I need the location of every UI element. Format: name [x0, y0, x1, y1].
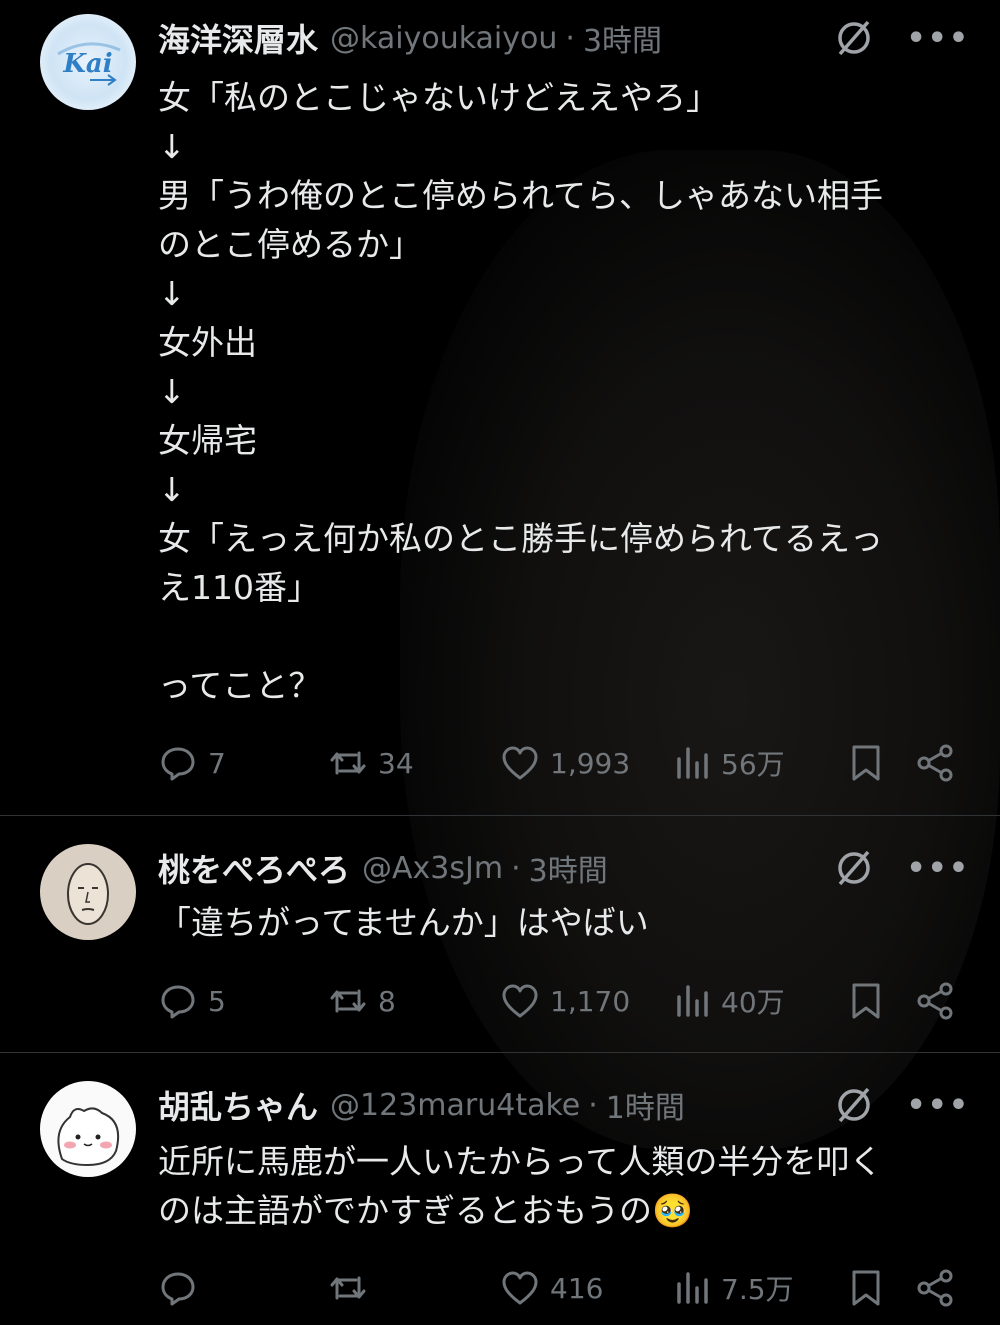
handle[interactable]: @Ax3sJm	[362, 851, 503, 886]
tweet-header: 胡乱ちゃん @123maru4take · 1時間	[158, 1083, 685, 1127]
tweet-header: 海洋深層水 @kaiyoukaiyou · 3時間	[158, 16, 662, 60]
timestamp[interactable]: 1時間	[606, 1083, 685, 1127]
share-button[interactable]	[916, 976, 956, 1026]
tweet-line: ってこと？	[158, 666, 322, 705]
tweet-line: 近所に馬鹿が一人いたからって人類の半分を叩く	[158, 1142, 883, 1181]
grok-icon[interactable]	[832, 1083, 876, 1127]
tweet[interactable]: Kai 海洋深層水 @kaiyoukaiyou · 3時間 ••• 女「私のとこ…	[0, 0, 1000, 815]
tweet-line: のとこ停めるか」	[158, 225, 422, 264]
header-actions: •••	[832, 846, 970, 890]
retweet-button[interactable]	[328, 1263, 368, 1313]
action-bar: 7 34 1,993 56万	[158, 738, 968, 788]
tweet-text: 近所に馬鹿が一人いたからって人類の半分を叩く のは主語がでかすぎるとおもうの🥹	[158, 1137, 958, 1235]
like-button[interactable]: 416	[500, 1263, 603, 1313]
avatar[interactable]	[40, 844, 136, 940]
tweet-line	[158, 612, 958, 661]
retweet-icon	[330, 751, 366, 775]
tweet-line: ↓	[158, 372, 186, 411]
display-name[interactable]: 海洋深層水	[158, 15, 318, 61]
timestamp[interactable]: 3時間	[583, 16, 662, 60]
bookmark-button[interactable]	[846, 738, 886, 788]
tweet[interactable]: 胡乱ちゃん @123maru4take · 1時間 ••• 近所に馬鹿が一人いた…	[0, 1053, 1000, 1325]
more-icon[interactable]: •••	[906, 851, 970, 886]
retweet-button[interactable]: 8	[328, 976, 396, 1026]
like-icon	[502, 746, 538, 780]
tweet[interactable]: 桃をぺろぺろ @Ax3sJm · 3時間 ••• 「違ちがってませんか」はやばい…	[0, 816, 1000, 1052]
bookmark-icon	[852, 1270, 880, 1306]
grok-icon[interactable]	[832, 846, 876, 890]
tweet-line: 女外出	[158, 323, 257, 362]
grok-icon[interactable]	[832, 16, 876, 60]
avatar[interactable]: Kai	[40, 14, 136, 110]
reply-count: 5	[208, 984, 226, 1018]
display-name[interactable]: 胡乱ちゃん	[158, 1082, 318, 1128]
retweet-button[interactable]: 34	[328, 738, 414, 788]
action-bar: 416 7.5万	[158, 1263, 968, 1313]
tweet-line: 「違ちがってませんか」はやばい	[158, 903, 649, 942]
views-icon	[677, 747, 708, 779]
views-icon	[677, 985, 708, 1017]
reply-icon	[161, 747, 195, 781]
dot-separator: ·	[588, 1087, 598, 1123]
header-actions: •••	[832, 1083, 970, 1127]
views-button[interactable]: 7.5万	[675, 1263, 794, 1313]
views-button[interactable]: 56万	[675, 738, 785, 788]
more-icon[interactable]: •••	[906, 21, 970, 56]
views-count: 40万	[721, 986, 785, 1019]
share-button[interactable]	[916, 738, 956, 788]
retweet-count: 8	[378, 984, 396, 1018]
handle[interactable]: @123maru4take	[330, 1088, 580, 1123]
like-count: 1,993	[550, 746, 631, 780]
tweet-line: え110番」	[158, 568, 320, 607]
tweet-line: 男「うわ俺のとこ停められてら、しゃあない相手	[158, 176, 884, 215]
tweet-line: 女帰宅	[158, 421, 257, 460]
action-bar: 5 8 1,170 40万	[158, 976, 968, 1026]
tweet-text: 「違ちがってませんか」はやばい	[158, 898, 958, 947]
tweet-line: のは主語がでかすぎるとおもうの🥹	[158, 1191, 694, 1230]
reply-button[interactable]: 7	[158, 738, 226, 788]
bookmark-icon	[852, 983, 880, 1019]
tweet-line: ↓	[158, 274, 186, 313]
timestamp[interactable]: 3時間	[529, 846, 608, 890]
reply-button[interactable]	[158, 1263, 198, 1313]
like-button[interactable]: 1,993	[500, 738, 630, 788]
reply-icon	[161, 985, 195, 1019]
avatar-logo-text: Kai	[62, 49, 112, 79]
handle[interactable]: @kaiyoukaiyou	[330, 21, 557, 56]
like-count: 416	[550, 1271, 604, 1305]
reply-count: 7	[208, 746, 226, 780]
tweet-text: 女「私のとこじゃないけどええやろ」 ↓ 男「うわ俺のとこ停められてら、しゃあない…	[158, 73, 958, 710]
like-icon	[502, 1271, 538, 1305]
more-icon[interactable]: •••	[906, 1088, 970, 1123]
bookmark-button[interactable]	[846, 1263, 886, 1313]
tweet-line: ↓	[158, 470, 186, 509]
tweet-header: 桃をぺろぺろ @Ax3sJm · 3時間	[158, 846, 608, 890]
display-name[interactable]: 桃をぺろぺろ	[158, 845, 350, 891]
tweet-line: 女「えっえ何か私のとこ勝手に停められてるえっ	[158, 519, 884, 558]
tweet-line: 女「私のとこじゃないけどええやろ」	[158, 78, 719, 117]
bookmark-icon	[852, 745, 880, 781]
share-icon	[917, 982, 953, 1020]
share-icon	[917, 744, 953, 782]
views-count: 7.5万	[721, 1273, 794, 1306]
retweet-count: 34	[378, 746, 414, 780]
bookmark-button[interactable]	[846, 976, 886, 1026]
like-count: 1,170	[550, 984, 631, 1018]
share-icon	[917, 1269, 953, 1307]
header-actions: •••	[832, 16, 970, 60]
dot-separator: ·	[511, 850, 521, 886]
views-icon	[677, 1272, 708, 1304]
like-icon	[502, 984, 538, 1018]
like-button[interactable]: 1,170	[500, 976, 630, 1026]
views-button[interactable]: 40万	[675, 976, 785, 1026]
dot-separator: ·	[565, 20, 575, 56]
reply-button[interactable]: 5	[158, 976, 226, 1026]
share-button[interactable]	[916, 1263, 956, 1313]
tweet-line: ↓	[158, 127, 186, 166]
retweet-icon	[330, 1276, 366, 1300]
reply-icon	[161, 1272, 195, 1306]
retweet-icon	[330, 989, 366, 1013]
views-count: 56万	[721, 748, 785, 781]
avatar[interactable]	[40, 1081, 136, 1177]
